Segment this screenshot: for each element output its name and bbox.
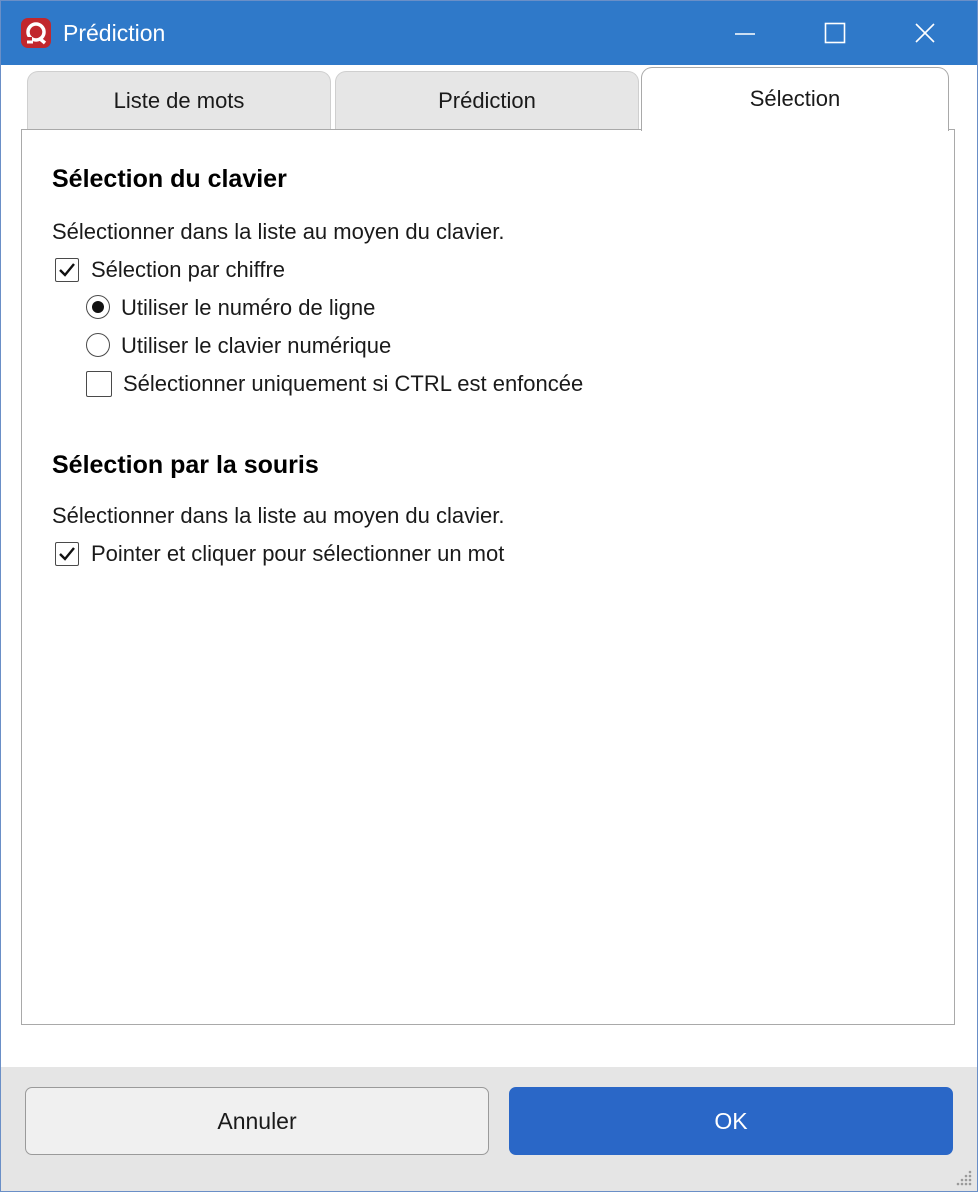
- minimize-icon: [735, 33, 755, 35]
- maximize-button[interactable]: [813, 11, 857, 55]
- prediction-dialog: Prédiction Liste de mots Prédiction Séle…: [0, 0, 978, 1192]
- use-numeric-keypad-label[interactable]: Utiliser le clavier numérique: [121, 332, 391, 360]
- use-line-number-label[interactable]: Utiliser le numéro de ligne: [121, 294, 375, 322]
- dialog-footer: Annuler OK: [1, 1067, 977, 1191]
- title-bar[interactable]: Prédiction: [1, 1, 977, 65]
- tab-liste-de-mots[interactable]: Liste de mots: [27, 71, 331, 129]
- use-numeric-keypad-radio[interactable]: [86, 333, 110, 357]
- cancel-button[interactable]: Annuler: [25, 1087, 489, 1155]
- close-icon: [915, 23, 935, 43]
- keyboard-section-description: Sélectionner dans la liste au moyen du c…: [52, 219, 505, 244]
- select-by-number-checkbox[interactable]: [55, 258, 79, 282]
- radio-selected-dot: [92, 301, 104, 313]
- only-with-ctrl-label[interactable]: Sélectionner uniquement si CTRL est enfo…: [123, 370, 583, 398]
- use-line-number-radio[interactable]: [86, 295, 110, 319]
- checkmark-icon: [59, 547, 75, 561]
- window-title: Prédiction: [63, 20, 166, 46]
- app-logo-icon: [21, 18, 51, 48]
- close-button[interactable]: [903, 11, 947, 55]
- maximize-icon: [824, 22, 846, 44]
- minimize-button[interactable]: [723, 11, 767, 55]
- checkmark-icon: [59, 263, 75, 277]
- ok-button[interactable]: OK: [509, 1087, 953, 1155]
- resize-grip-icon[interactable]: [955, 1169, 973, 1187]
- mouse-section-title: Sélection par la souris: [52, 451, 319, 479]
- tab-prediction[interactable]: Prédiction: [335, 71, 639, 129]
- mouse-section-description: Sélectionner dans la liste au moyen du c…: [52, 503, 505, 528]
- select-by-number-label[interactable]: Sélection par chiffre: [91, 256, 285, 284]
- point-and-click-label[interactable]: Pointer et cliquer pour sélectionner un …: [91, 540, 504, 568]
- selection-tab-panel: Sélection du clavier Sélectionner dans l…: [21, 129, 955, 1025]
- keyboard-section-title: Sélection du clavier: [52, 165, 287, 193]
- tab-selection[interactable]: Sélection: [641, 67, 949, 131]
- only-with-ctrl-checkbox[interactable]: [86, 371, 112, 397]
- point-and-click-checkbox[interactable]: [55, 542, 79, 566]
